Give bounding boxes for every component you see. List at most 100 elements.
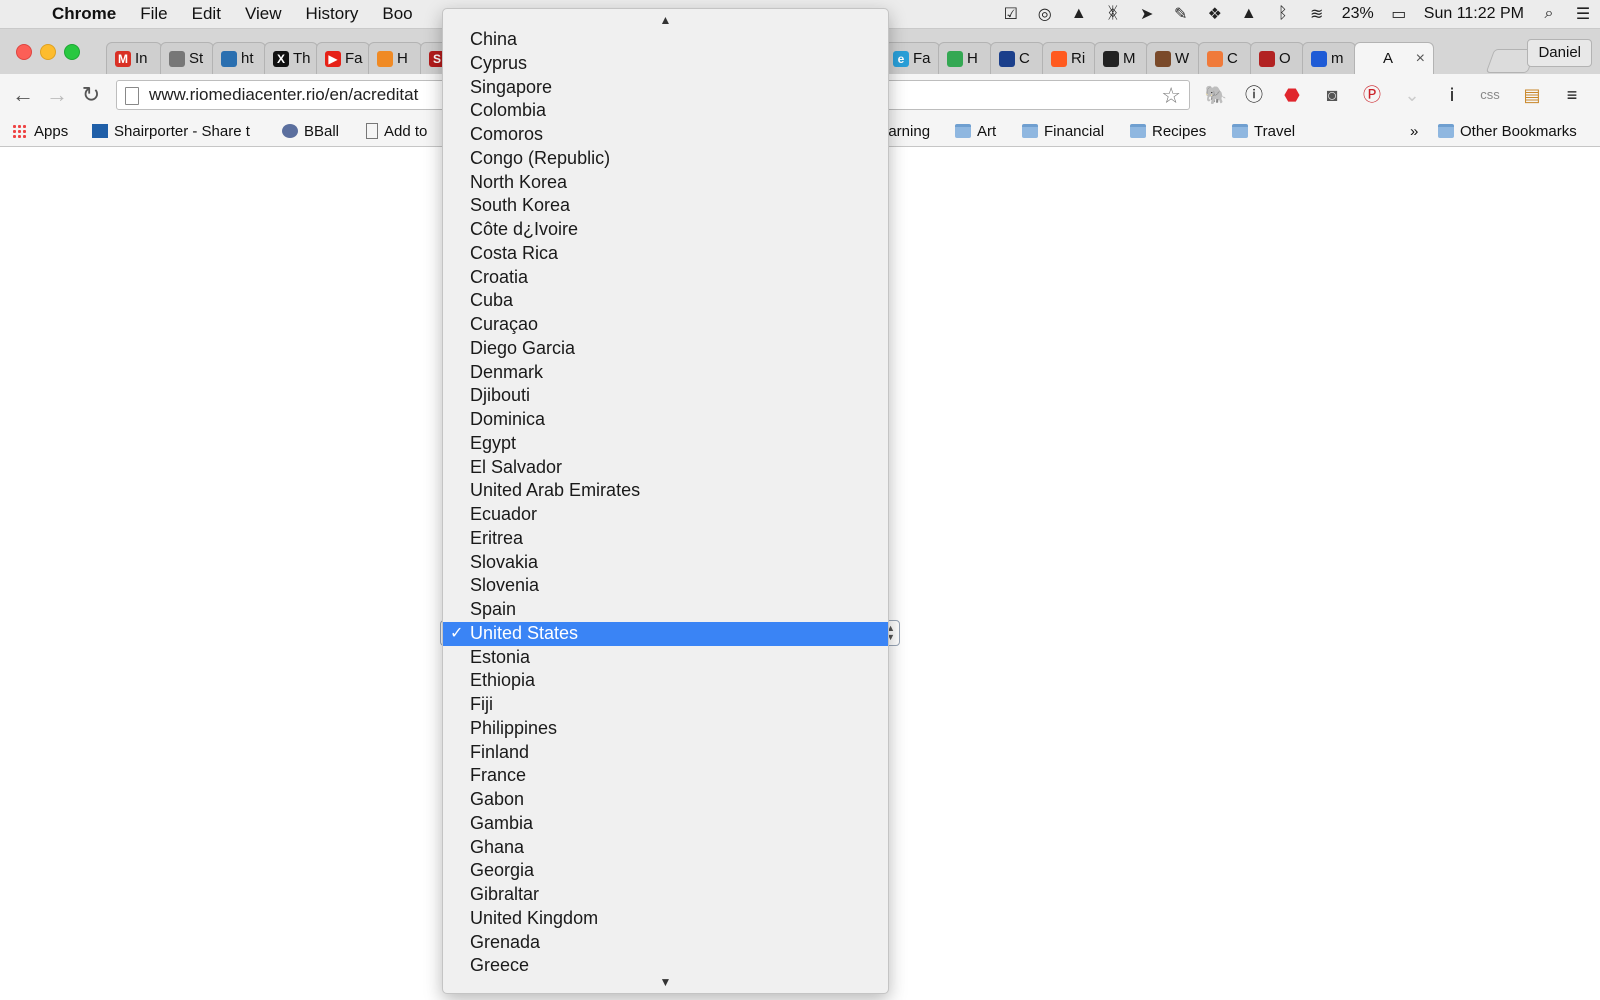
bookmark-folder-art[interactable]: Art <box>955 121 996 141</box>
list-item[interactable]: Ethiopia <box>443 669 888 693</box>
bookmark-shairporter[interactable]: Shairporter - Share t <box>92 121 260 141</box>
list-item[interactable]: Slovenia <box>443 574 888 598</box>
tab-2[interactable]: ht <box>212 42 266 74</box>
adblock-icon[interactable]: ⬣ <box>1280 83 1304 107</box>
dropbox-icon[interactable]: ❖ <box>1198 4 1232 24</box>
creative-cloud-icon[interactable]: ◎ <box>1028 4 1062 24</box>
list-item[interactable]: Estonia <box>443 646 888 670</box>
list-item[interactable]: Eritrea <box>443 527 888 551</box>
battery-percent[interactable]: 23% <box>1334 5 1382 23</box>
option-selected[interactable]: ✓ United States <box>443 621 888 646</box>
menu-view[interactable]: View <box>233 4 294 24</box>
list-item[interactable]: Curaçao <box>443 313 888 337</box>
profile-button[interactable]: Daniel <box>1527 39 1592 67</box>
bookmark-bball[interactable]: BBall <box>282 121 339 141</box>
tab-4[interactable]: ▶ Fa <box>316 42 370 74</box>
list-item[interactable]: Denmark <box>443 361 888 385</box>
back-arrow-icon[interactable]: ← <box>10 82 36 108</box>
tab-1[interactable]: St <box>160 42 214 74</box>
tab-7[interactable]: e Fa <box>884 42 940 74</box>
pinterest-icon[interactable]: Ⓟ <box>1360 83 1384 107</box>
list-item[interactable]: Grenada <box>443 931 888 955</box>
butterfly-icon[interactable]: ᛤ <box>1096 5 1130 23</box>
menu-app-name[interactable]: Chrome <box>48 4 128 24</box>
list-item[interactable]: Slovakia <box>443 551 888 575</box>
notification-center-icon[interactable]: ☰ <box>1566 4 1600 24</box>
bookmark-folder-other[interactable]: Other Bookmarks <box>1438 121 1577 141</box>
list-item[interactable]: Georgia <box>443 859 888 883</box>
list-item[interactable]: Congo (Republic) <box>443 147 888 171</box>
list-item[interactable]: Finland <box>443 741 888 765</box>
tab-8[interactable]: H <box>938 42 992 74</box>
chrome-menu-icon[interactable]: ≡ <box>1560 83 1584 107</box>
list-item[interactable]: Djibouti <box>443 384 888 408</box>
todo-check-icon[interactable]: ☑ <box>994 4 1028 24</box>
list-item[interactable]: Cyprus <box>443 52 888 76</box>
css-extension-icon[interactable]: css <box>1478 83 1502 107</box>
chevron-extension-icon[interactable]: ⌄ <box>1400 83 1424 107</box>
menu-bookmarks[interactable]: Boo <box>370 4 424 24</box>
list-item[interactable]: Côte d¿Ivoire <box>443 218 888 242</box>
list-item[interactable]: Costa Rica <box>443 242 888 266</box>
minimize-window-button[interactable] <box>40 44 56 60</box>
wifi-icon[interactable]: ≋ <box>1300 4 1334 24</box>
menu-history[interactable]: History <box>293 4 370 24</box>
tab-15[interactable]: m <box>1302 42 1356 74</box>
list-item[interactable]: Greece <box>443 954 888 976</box>
list-item[interactable]: Colombia <box>443 99 888 123</box>
battery-icon[interactable]: ▭ <box>1382 4 1416 24</box>
tab-12[interactable]: W <box>1146 42 1200 74</box>
tab-close-icon[interactable]: × <box>1416 50 1425 68</box>
list-item[interactable]: Singapore <box>443 76 888 100</box>
evernote-icon[interactable]: ✎ <box>1164 4 1198 24</box>
tab-5[interactable]: H <box>368 42 422 74</box>
bluetooth-icon[interactable]: ᛒ <box>1266 5 1300 23</box>
bookmark-star-icon[interactable]: ☆ <box>1161 83 1181 109</box>
list-item[interactable]: China <box>443 28 888 52</box>
list-item[interactable]: Croatia <box>443 266 888 290</box>
menu-edit[interactable]: Edit <box>180 4 233 24</box>
list-item[interactable]: United Arab Emirates <box>443 479 888 503</box>
list-item[interactable]: United Kingdom <box>443 907 888 931</box>
drive-icon[interactable]: ▲ <box>1062 5 1096 23</box>
country-dropdown-list[interactable]: ▲ China Cyprus Singapore Colombia Comoros Con… <box>442 8 889 994</box>
tab-9[interactable]: C <box>990 42 1044 74</box>
tab-16[interactable]: A × <box>1354 42 1434 74</box>
calculator-extension-icon[interactable]: ▤ <box>1520 83 1544 107</box>
close-window-button[interactable] <box>16 44 32 60</box>
tab-3[interactable]: X Th <box>264 42 318 74</box>
tab-10[interactable]: Ri <box>1042 42 1096 74</box>
bookmark-apps[interactable]: Apps <box>12 121 68 141</box>
list-item[interactable]: Ghana <box>443 836 888 860</box>
tab-14[interactable]: O <box>1250 42 1304 74</box>
tab-0[interactable]: M In <box>106 42 162 74</box>
pocket-icon[interactable]: ◙ <box>1320 83 1344 107</box>
list-item[interactable]: Philippines <box>443 717 888 741</box>
list-item[interactable]: North Korea <box>443 171 888 195</box>
list-item[interactable]: South Korea <box>443 194 888 218</box>
clock[interactable]: Sun 11:22 PM <box>1416 5 1532 23</box>
forward-arrow-icon[interactable]: → <box>44 82 70 108</box>
list-item[interactable]: Fiji <box>443 693 888 717</box>
spotlight-search-icon[interactable]: ⌕ <box>1532 5 1566 23</box>
list-item[interactable]: Gambia <box>443 812 888 836</box>
scroll-down-arrow-icon[interactable]: ▼ <box>443 975 888 989</box>
list-item[interactable]: Gibraltar <box>443 883 888 907</box>
info-extension-icon[interactable]: ⅰ <box>1440 83 1464 107</box>
list-item[interactable]: Spain <box>443 598 888 622</box>
menu-file[interactable]: File <box>128 4 179 24</box>
reload-icon[interactable]: ↻ <box>78 82 104 108</box>
list-item[interactable]: El Salvador <box>443 456 888 480</box>
url-text[interactable]: www.riomediacenter.rio/en/acreditat <box>149 85 418 105</box>
list-item[interactable]: Dominica <box>443 408 888 432</box>
list-item[interactable]: Ecuador <box>443 503 888 527</box>
tab-11[interactable]: M <box>1094 42 1148 74</box>
bookmark-folder-financial[interactable]: Financial <box>1022 121 1104 141</box>
alert-icon[interactable]: ▲ <box>1232 5 1266 23</box>
scroll-up-arrow-icon[interactable]: ▲ <box>443 13 888 27</box>
tab-13[interactable]: C <box>1198 42 1252 74</box>
list-item[interactable]: France <box>443 764 888 788</box>
zoom-window-button[interactable] <box>64 44 80 60</box>
location-arrow-icon[interactable]: ➤ <box>1130 4 1164 24</box>
password-extension-icon[interactable]: ⓘ <box>1242 83 1266 107</box>
